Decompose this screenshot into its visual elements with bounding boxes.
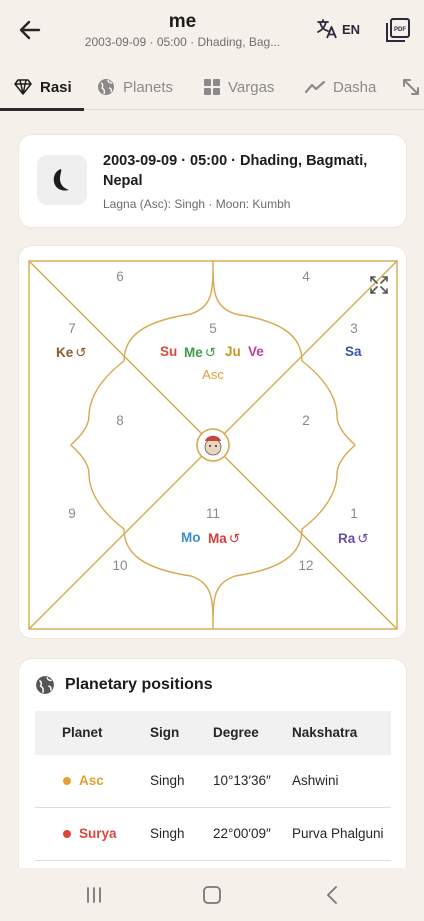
house-number: 11 (206, 506, 220, 521)
tab-label: Dasha (333, 78, 377, 96)
tab-vargas[interactable]: Vargas (204, 64, 274, 110)
planet-jupiter[interactable]: Ju (225, 344, 241, 359)
table-row[interactable]: Surya Singh 22°00′09″ Purva Phalguni (35, 808, 391, 861)
planet-color-dot (63, 830, 71, 838)
sign-cell: Singh (150, 773, 185, 788)
planet-mars[interactable]: Ma ↺ (208, 531, 240, 546)
tab-more[interactable] (402, 64, 420, 110)
planet-rahu[interactable]: Ra ↺ (338, 531, 369, 546)
degree-cell: 22°00′09″ (213, 826, 271, 841)
pdf-icon: PDF (386, 18, 410, 42)
deity-face-icon (204, 435, 222, 456)
house-number: 9 (68, 506, 76, 521)
nakshatra-cell: Ashwini (292, 773, 339, 788)
house-number: 4 (302, 269, 310, 284)
tab-label: Vargas (228, 78, 275, 96)
pdf-export-button[interactable]: PDF (385, 17, 411, 48)
moon-icon (53, 169, 69, 191)
nakshatra-cell: Purva Phalguni (292, 826, 384, 841)
planet-sun[interactable]: Su (160, 344, 177, 359)
column-header-sign: Sign (150, 725, 180, 740)
tab-dasha[interactable]: Dasha (305, 64, 376, 110)
tab-rasi[interactable]: Rasi (14, 64, 72, 110)
house-number: 2 (302, 413, 310, 428)
language-button[interactable]: EN (316, 18, 360, 40)
globe-icon (98, 79, 114, 95)
rasi-chart: 6 4 7 5 3 8 2 9 11 1 10 12 Ke ↺ Su Me ↺ Ju… (28, 260, 398, 630)
house-number: 12 (298, 558, 313, 573)
language-label: EN (342, 21, 361, 37)
page-title: me (168, 11, 197, 32)
arrow-left-icon (19, 20, 41, 40)
birth-details-title: 2003-09-09 · 05:00 · Dhading, Bagmati, N… (103, 153, 368, 189)
header-title-block: me 2003-09-09 · 05:00 · Dhading, Bag... (60, 10, 305, 50)
house-number: 6 (116, 269, 124, 284)
tab-label: Planets (123, 78, 174, 96)
grid-icon (204, 79, 220, 95)
planet-venus[interactable]: Ve (248, 344, 264, 359)
back-button[interactable] (14, 14, 46, 46)
tab-label: Rasi (40, 78, 72, 96)
translate-icon (317, 19, 337, 39)
house-number: 7 (68, 321, 76, 336)
planet-ketu[interactable]: Ke ↺ (56, 345, 87, 360)
planet-name: Asc (79, 773, 104, 788)
birth-info-card[interactable]: 2003-09-09 · 05:00 · Dhading, Bagmati, N… (18, 134, 407, 228)
planet-color-dot (63, 777, 71, 785)
column-header-degree: Degree (213, 725, 259, 740)
ascendant-marker: Asc (202, 367, 224, 382)
system-navigation-bar (0, 868, 424, 921)
degree-cell: 10°13′36″ (213, 773, 271, 788)
moon-avatar (37, 155, 87, 205)
svg-text:PDF: PDF (394, 27, 406, 33)
planet-moon[interactable]: Mo (181, 530, 201, 545)
globe-icon (36, 676, 54, 694)
planet-saturn[interactable]: Sa (345, 344, 362, 359)
page-subtitle: 2003-09-09 · 05:00 · Dhading, Bag... (84, 35, 281, 49)
fullscreen-button[interactable] (365, 270, 393, 298)
home-icon (203, 886, 221, 904)
table-row[interactable]: Asc Singh 10°13′36″ Ashwini (35, 755, 391, 808)
back-nav-button[interactable] (318, 882, 346, 908)
house-number: 8 (116, 413, 124, 428)
chevron-left-icon (327, 886, 337, 904)
tab-bar: Rasi Planets Vargas Dasha (0, 64, 424, 111)
trend-icon (305, 80, 325, 94)
house-number: 1 (350, 506, 358, 521)
diamond-icon (14, 79, 32, 95)
top-app-bar: me 2003-09-09 · 05:00 · Dhading, Bag... … (0, 0, 424, 62)
planet-mercury[interactable]: Me ↺ (184, 345, 216, 360)
house-number: 10 (112, 558, 127, 573)
planet-name: Surya (79, 826, 117, 841)
column-header-planet: Planet (62, 725, 103, 740)
section-header: Planetary positions (35, 675, 213, 695)
house-number: 3 (350, 321, 358, 336)
tab-planets[interactable]: Planets (97, 64, 173, 110)
section-title: Planetary positions (65, 676, 213, 693)
lagna-moon-summary: Lagna (Asc): Singh · Moon: Kumbh (103, 197, 291, 211)
table-header: Planet Sign Degree Nakshatra (35, 711, 391, 755)
active-tab-indicator (0, 108, 84, 111)
sign-cell: Singh (150, 826, 185, 841)
expand-arrows-icon (403, 79, 419, 95)
column-header-nakshatra: Nakshatra (292, 725, 358, 740)
rasi-chart-card: 6 4 7 5 3 8 2 9 11 1 10 12 Ke ↺ Su Me ↺ Ju… (18, 245, 407, 639)
house-number: 5 (209, 321, 217, 336)
home-button[interactable] (198, 882, 226, 908)
recent-apps-button[interactable] (80, 882, 108, 908)
recent-apps-icon (87, 887, 101, 903)
